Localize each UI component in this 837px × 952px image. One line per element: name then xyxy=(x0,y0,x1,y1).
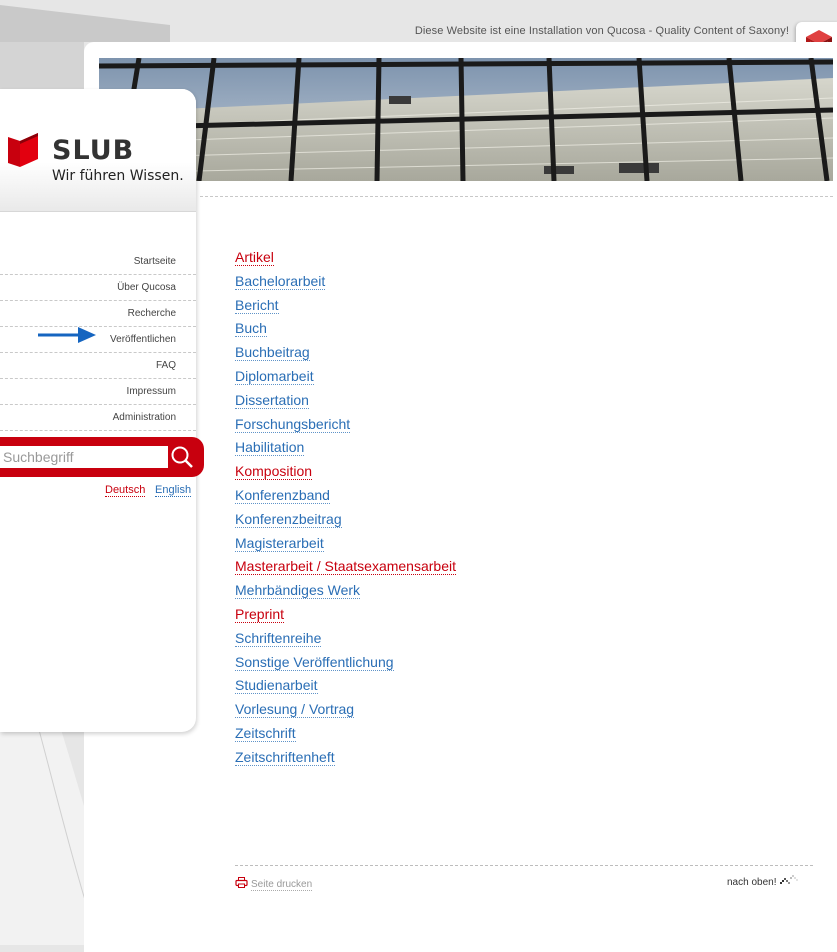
language-english-link[interactable]: English xyxy=(155,484,192,497)
document-type-item: Artikel xyxy=(235,249,456,273)
print-page-label: Seite drucken xyxy=(251,879,313,891)
document-type-link[interactable]: Dissertation xyxy=(235,391,309,409)
search-button[interactable] xyxy=(168,444,196,472)
document-type-item: Sonstige Veröffentlichung xyxy=(235,653,456,678)
document-type-link[interactable]: Zeitschriftenheft xyxy=(235,748,335,766)
document-type-link[interactable]: Zeitschrift xyxy=(235,724,296,742)
nav-item-faq[interactable]: FAQ xyxy=(0,353,196,379)
document-type-item: Zeitschriftenheft xyxy=(235,748,456,773)
nav-item-startseite[interactable]: Startseite xyxy=(0,249,196,275)
document-type-item: Konferenzband xyxy=(235,486,456,511)
top-installation-note: Diese Website ist eine Installation von … xyxy=(414,25,789,37)
document-type-item: Konferenzbeitrag xyxy=(235,510,456,535)
document-type-link[interactable]: Bachelorarbeit xyxy=(235,272,326,290)
main-navigation: Startseite Über Qucosa Recherche Veröffe… xyxy=(0,249,196,431)
logo-title: SLUB xyxy=(52,135,135,166)
document-type-item: Bericht xyxy=(235,296,456,321)
document-type-item: Studienarbeit xyxy=(235,677,456,701)
document-type-link[interactable]: Buch xyxy=(235,320,267,338)
arrow-right-icon xyxy=(38,327,96,343)
document-type-item: Bachelorarbeit xyxy=(235,272,456,297)
document-type-link[interactable]: Vorlesung / Vortrag xyxy=(235,701,355,719)
document-type-link[interactable]: Konferenzband xyxy=(235,486,330,504)
pixel-arrow-up-icon xyxy=(780,875,799,884)
back-to-top-link[interactable]: nach oben! xyxy=(727,874,805,888)
document-type-link[interactable]: Mehrbändiges Werk xyxy=(235,582,361,600)
document-type-item: Buchbeitrag xyxy=(235,344,456,368)
document-type-link[interactable]: Habilitation xyxy=(235,439,305,457)
document-type-link[interactable]: Artikel xyxy=(235,249,274,266)
document-type-link[interactable]: Konferenzbeitrag xyxy=(235,510,342,528)
footer-divider xyxy=(235,865,813,866)
nav-item-veroeffentlichen[interactable]: Veröffentlichen xyxy=(0,327,196,353)
document-type-item: Schriftenreihe xyxy=(235,629,456,654)
document-type-item: Masterarbeit / Staatsexamensarbeit xyxy=(235,558,456,582)
slub-logo[interactable]: SLUB Wir führen Wissen. xyxy=(0,89,196,212)
nav-item-impressum[interactable]: Impressum xyxy=(0,379,196,405)
document-type-link[interactable]: Schriftenreihe xyxy=(235,629,322,647)
document-type-link[interactable]: Buchbeitrag xyxy=(235,344,310,362)
document-type-link[interactable]: Forschungsbericht xyxy=(235,415,351,433)
document-type-link[interactable]: Magisterarbeit xyxy=(235,534,324,552)
header-divider xyxy=(200,196,833,197)
search-icon xyxy=(171,446,193,468)
document-type-item: Buch xyxy=(235,320,456,344)
document-type-link[interactable]: Preprint xyxy=(235,605,285,623)
nav-item-recherche[interactable]: Recherche xyxy=(0,301,196,327)
slub-book-icon xyxy=(8,133,38,167)
nav-item-administration[interactable]: Administration xyxy=(0,405,196,431)
document-type-link[interactable]: Komposition xyxy=(235,463,313,481)
document-type-link[interactable]: Masterarbeit / Staatsexamensarbeit xyxy=(235,558,456,576)
logo-slogan: Wir führen Wissen. xyxy=(52,168,184,184)
document-type-item: Dissertation xyxy=(235,391,456,416)
document-type-list: Artikel Bachelorarbeit Bericht Buch Buchbeit… xyxy=(235,249,456,773)
document-type-link[interactable]: Sonstige Veröffentlichung xyxy=(235,653,394,671)
document-type-item: Vorlesung / Vortrag xyxy=(235,701,456,725)
language-deutsch-link[interactable]: Deutsch xyxy=(105,484,146,497)
document-type-item: Forschungsbericht xyxy=(235,415,456,440)
document-type-item: Zeitschrift xyxy=(235,724,456,749)
document-type-item: Habilitation xyxy=(235,439,456,463)
search-input[interactable] xyxy=(0,446,168,468)
document-type-link[interactable]: Bericht xyxy=(235,296,279,314)
document-type-item: Diplomarbeit xyxy=(235,367,456,392)
document-type-link[interactable]: Studienarbeit xyxy=(235,677,318,695)
document-type-link[interactable]: Diplomarbeit xyxy=(235,367,314,385)
back-to-top-label: nach oben! xyxy=(727,877,777,888)
document-type-item: Preprint xyxy=(235,605,456,630)
printer-icon xyxy=(235,877,248,888)
header-banner-image xyxy=(99,58,833,181)
nav-item-ueber-qucosa[interactable]: Über Qucosa xyxy=(0,275,196,301)
document-type-item: Magisterarbeit xyxy=(235,534,456,559)
document-type-item: Mehrbändiges Werk xyxy=(235,582,456,606)
document-type-item: Komposition xyxy=(235,463,456,487)
print-page-link[interactable]: Seite drucken xyxy=(235,877,313,891)
